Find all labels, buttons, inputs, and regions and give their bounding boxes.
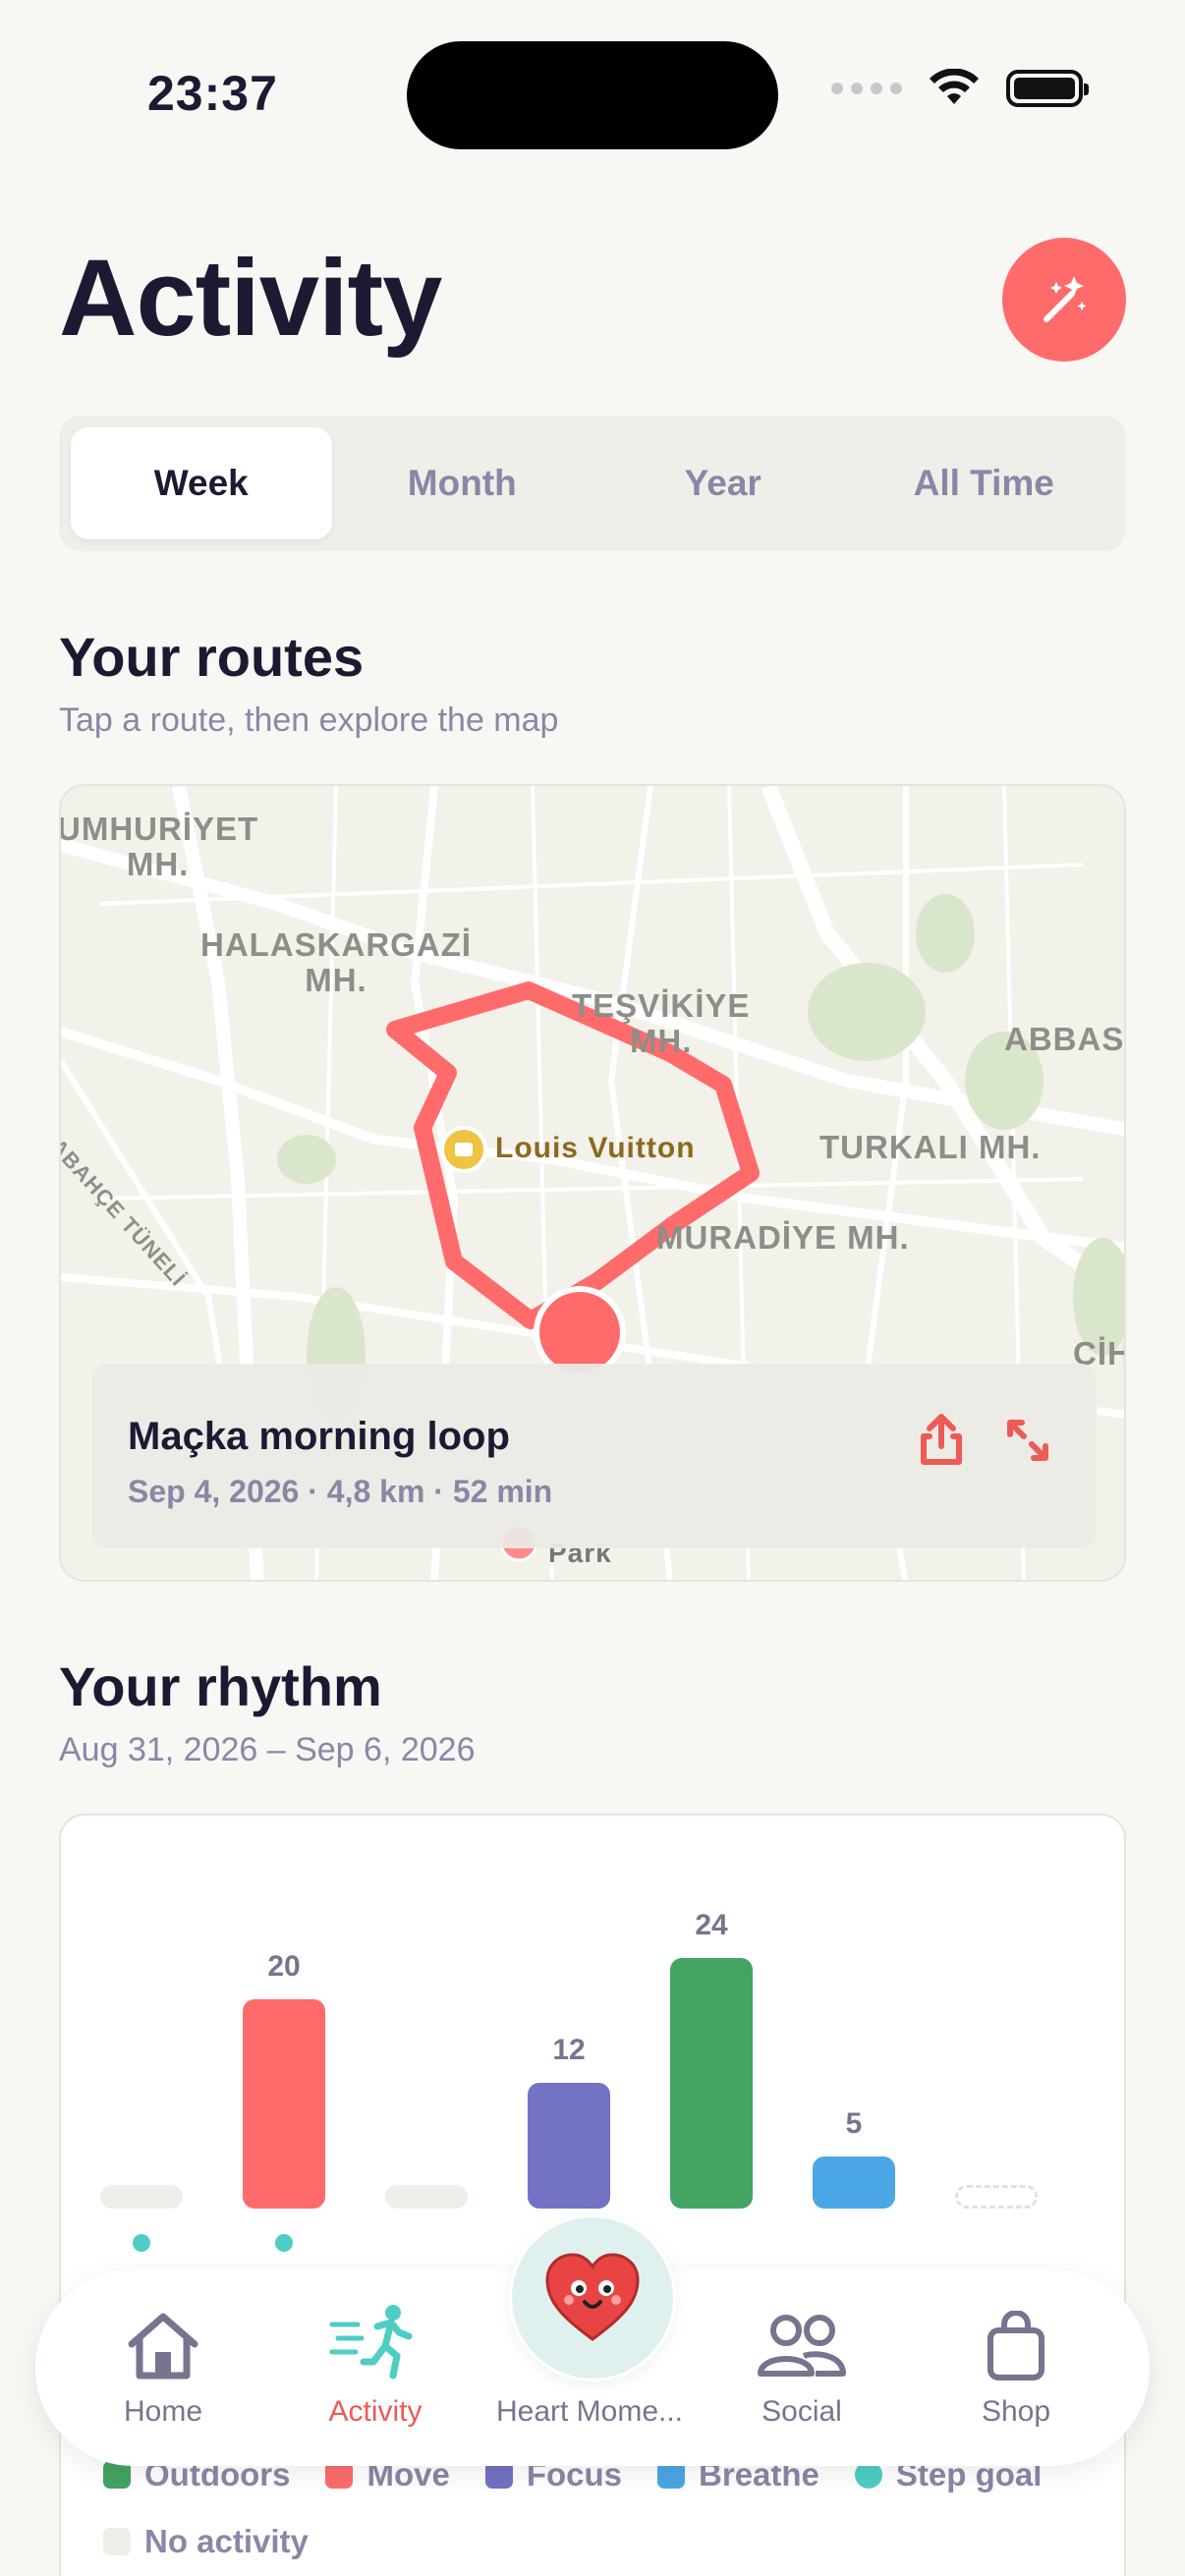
tab-label: Activity [328,2395,423,2428]
route-name: Maçka morning loop [128,1415,510,1458]
period-segmented-control: Week Month Year All Time [59,416,1126,551]
heart-moments-button[interactable] [509,2214,676,2381]
home-icon [128,2313,198,2380]
bag-icon [988,2311,1044,2380]
map-poi-label[interactable]: Louis Vuitton [495,1132,696,1164]
rhythm-date-range: Aug 31, 2026 – Sep 6, 2026 [59,1731,476,1768]
page-title: Activity [59,238,442,359]
tab-shop[interactable]: Shop [910,2269,1122,2466]
tab-activity[interactable]: Activity [269,2269,481,2466]
tab-label: Home [123,2395,203,2428]
step-goal-dot [133,2234,150,2252]
routes-title: Your routes [59,626,365,688]
magic-button[interactable] [1002,238,1126,362]
legend-no-activity: No activity [103,2523,309,2560]
heart-face-icon [545,2253,640,2341]
legend-swatch [103,2528,131,2555]
battery-icon [1006,70,1089,107]
rhythm-title: Your rhythm [59,1655,382,1717]
chart-bar[interactable] [385,2185,468,2209]
tab-year[interactable]: Year [592,427,854,539]
chart-legend: Outdoors Move Focus Breathe Step goal No… [103,2456,1086,2576]
chart-bar[interactable] [955,2185,1038,2209]
tab-all-time[interactable]: All Time [854,427,1115,539]
map-label-cumhuriyet: UMHURİYET MH. [59,811,259,883]
bar-value-label: 12 [552,2034,586,2066]
chart-bar[interactable] [670,1958,753,2209]
chart-bar[interactable] [813,2156,895,2209]
tab-label: Heart Mome... [495,2395,684,2428]
running-icon [329,2305,413,2380]
step-goal-dot [275,2234,293,2252]
chart-bar[interactable] [528,2083,610,2209]
map-label-halaskargazi: HALASKARGAZİ MH. [200,926,472,999]
expand-icon[interactable] [1004,1417,1051,1464]
tab-label: Social [762,2395,842,2428]
map-label-abbasaga: ABBASA [1004,1021,1125,1057]
status-icons [831,69,1089,108]
route-map[interactable]: UMHURİYET MH. HALASKARGAZİ MH. TEŞVİKİYE… [59,784,1126,1582]
tab-month[interactable]: Month [332,427,593,539]
dynamic-island [407,41,778,149]
route-meta: Sep 4, 2026 · 4,8 km · 52 min [128,1474,553,1509]
selected-route-card[interactable]: Maçka morning loop Sep 4, 2026 · 4,8 km … [92,1364,1097,1548]
chart-bar[interactable] [100,2185,183,2209]
people-icon [758,2315,846,2377]
signal-dots-icon [831,83,902,94]
tab-week[interactable]: Week [71,427,332,539]
map-label-turkali: TURKALI MH. [819,1129,1042,1165]
bar-value-label: 24 [695,1909,728,1941]
routes-subtitle: Tap a route, then explore the map [59,701,559,739]
bar-value-label: 20 [267,1950,301,1983]
map-label-muradiye: MURADİYE MH. [656,1219,910,1256]
status-time: 23:37 [147,66,278,121]
share-icon[interactable] [916,1413,967,1468]
map-label-tesvikiye: TEŞVİKİYE MH. [572,987,751,1060]
tab-label: Shop [981,2395,1051,2428]
magic-wand-icon [1044,276,1087,322]
bar-value-label: 5 [845,2107,863,2140]
tab-home[interactable]: Home [57,2269,269,2466]
wifi-icon [930,69,979,104]
tab-social[interactable]: Social [696,2269,908,2466]
chart-bar[interactable] [243,1999,325,2209]
